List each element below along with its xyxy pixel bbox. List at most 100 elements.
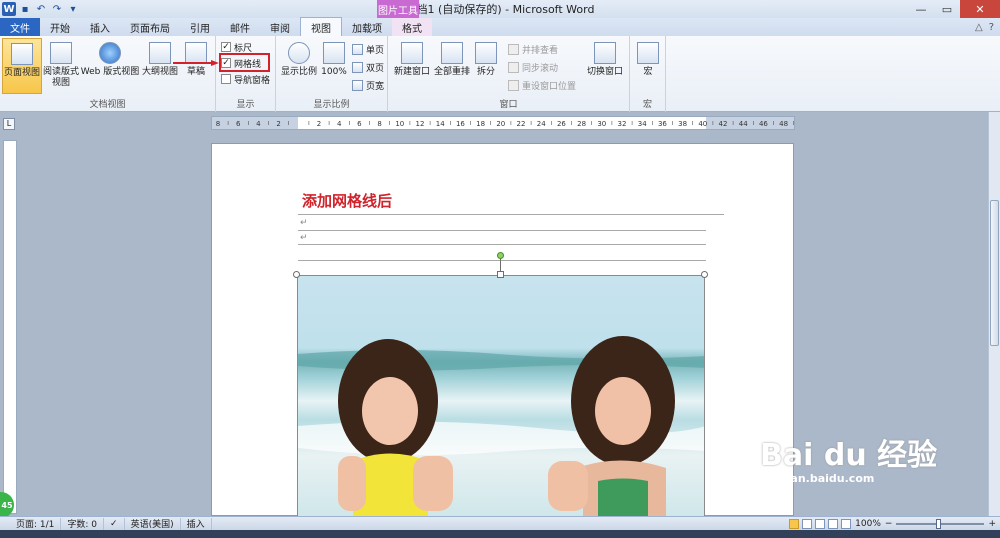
group-label-macros: 宏	[642, 100, 652, 110]
ruler-tick-label: 40	[698, 120, 707, 128]
ruler-tick-label: 44	[739, 120, 748, 128]
reading-view-icon[interactable]	[802, 518, 813, 529]
side-by-side-icon	[508, 43, 519, 55]
tab-format[interactable]: 格式	[392, 18, 432, 36]
outline-icon	[149, 42, 171, 64]
switch-windows-icon	[594, 42, 616, 64]
nav-pane-checkbox[interactable]	[221, 74, 231, 84]
vertical-ruler[interactable]	[3, 140, 17, 514]
reset-window-position-button[interactable]: 重设窗口位置	[508, 78, 576, 92]
one-page-button[interactable]: 单页	[352, 42, 384, 56]
redo-icon[interactable]: ↷	[50, 2, 64, 16]
resize-handle-ne[interactable]	[701, 271, 708, 278]
outline-button[interactable]: 大纲视图	[140, 42, 180, 94]
resize-handle-nw[interactable]	[293, 271, 300, 278]
ruler-tick-label: 38	[678, 120, 687, 128]
ruler-tick-label: 36	[658, 120, 667, 128]
print-layout-button[interactable]: 页面视图	[2, 38, 42, 94]
zoom-level[interactable]: 100%	[855, 519, 881, 529]
group-label-zoom: 显示比例	[313, 100, 350, 110]
macros-icon	[637, 42, 659, 64]
save-icon[interactable]: ▪	[18, 2, 32, 16]
tab-insert[interactable]: 插入	[80, 18, 120, 36]
status-page[interactable]: 页面: 1/1	[0, 517, 62, 530]
tab-view[interactable]: 视图	[300, 17, 342, 36]
group-macros: 宏 宏	[630, 36, 666, 112]
web-view-icon[interactable]	[815, 518, 826, 529]
tab-page-layout[interactable]: 页面布局	[120, 18, 180, 36]
tab-selector[interactable]: L	[3, 118, 15, 130]
page-width-button[interactable]: 页宽	[352, 78, 384, 92]
tab-addins[interactable]: 加载项	[342, 18, 392, 36]
ruler-tick-label: 28	[577, 120, 586, 128]
zoom-slider[interactable]	[896, 518, 985, 529]
status-word-count[interactable]: 字数: 0	[61, 517, 105, 530]
tab-mailings[interactable]: 邮件	[220, 18, 260, 36]
minimize-button[interactable]: —	[908, 0, 934, 18]
status-proofing-icon[interactable]: ✓	[104, 517, 125, 530]
undo-icon[interactable]: ↶	[34, 2, 48, 16]
web-layout-button[interactable]: Web 版式视图	[80, 42, 140, 94]
horizontal-ruler[interactable]: 8 6 4 2 2 4 6 8 10 12 14 16 18 20 22 24 26 28 30 32 34 36 38 40…	[211, 116, 795, 130]
new-window-button[interactable]: 新建窗口	[392, 42, 432, 94]
tab-references[interactable]: 引用	[180, 18, 220, 36]
collapse-ribbon-icon[interactable]: △	[975, 22, 983, 33]
ruler-tick-label: 12	[416, 120, 425, 128]
tab-right-icons: △ ?	[975, 18, 1000, 36]
ruler-checkbox-row[interactable]: ✓ 标尺	[221, 40, 252, 54]
help-icon[interactable]: ?	[989, 22, 994, 33]
close-button[interactable]: ✕	[960, 0, 1000, 18]
gridline	[298, 260, 706, 261]
ruler-tick-label: 42	[719, 120, 728, 128]
zoom-100-button[interactable]: 100%	[320, 42, 348, 94]
zoom-100-icon	[323, 42, 345, 64]
word-logo-icon[interactable]: W	[2, 2, 16, 16]
ruler-tick-label: 6	[236, 120, 241, 128]
outline-view-icon[interactable]	[828, 518, 839, 529]
window-controls: — ▭ ✕	[908, 0, 1000, 18]
ruler-tick-label: 22	[517, 120, 526, 128]
document-page[interactable]: 添加网格线后 ↵ ↵	[211, 143, 794, 517]
status-language[interactable]: 英语(美国)	[125, 517, 181, 530]
draft-button[interactable]: 草稿	[180, 42, 212, 94]
reading-layout-button[interactable]: 阅读版式 视图	[42, 42, 80, 94]
ruler-checkbox[interactable]: ✓	[221, 42, 231, 52]
status-insert-mode[interactable]: 插入	[181, 517, 212, 530]
ruler-tick-label: 10	[395, 120, 404, 128]
zoom-button[interactable]: 显示比例	[278, 42, 320, 94]
zoom-in-button[interactable]: +	[988, 519, 996, 529]
two-pages-button[interactable]: 双页	[352, 60, 384, 74]
split-button[interactable]: 拆分	[472, 42, 500, 94]
group-label-document-views: 文档视图	[89, 100, 126, 110]
vertical-scrollbar[interactable]	[988, 112, 1000, 516]
sync-scroll-button[interactable]: 同步滚动	[508, 60, 558, 74]
resize-handle-n[interactable]	[497, 271, 504, 278]
print-layout-view-icon[interactable]	[789, 518, 800, 529]
switch-windows-button[interactable]: 切换窗口	[584, 42, 626, 94]
ruler-tick-label: 4	[337, 120, 342, 128]
rotate-handle[interactable]	[497, 252, 504, 259]
group-show: ✓ 标尺 ✓ 网格线 导航窗格 显示	[216, 36, 276, 112]
arrange-all-button[interactable]: 全部重排	[432, 42, 472, 94]
scrollbar-thumb[interactable]	[990, 200, 999, 346]
ruler-tick-label: 48	[779, 120, 788, 128]
ruler-tick-label: 26	[557, 120, 566, 128]
side-by-side-button[interactable]: 并排查看	[508, 42, 558, 56]
nav-pane-checkbox-row[interactable]: 导航窗格	[221, 72, 270, 86]
zoom-slider-thumb[interactable]	[936, 518, 942, 529]
selected-picture[interactable]	[297, 275, 705, 517]
document-heading[interactable]: 添加网格线后	[302, 190, 392, 211]
ruler-tick-label: 8	[216, 120, 220, 128]
zoom-out-button[interactable]: −	[885, 519, 893, 529]
gridline	[298, 244, 706, 245]
tab-home[interactable]: 开始	[40, 18, 80, 36]
group-label-window: 窗口	[499, 100, 518, 110]
page-width-icon	[352, 79, 363, 91]
maximize-button[interactable]: ▭	[934, 0, 960, 18]
draft-view-icon[interactable]	[841, 518, 852, 529]
customize-qat-icon[interactable]: ▾	[66, 2, 80, 16]
new-window-icon	[401, 42, 423, 64]
macros-button[interactable]: 宏	[634, 42, 662, 94]
tab-file[interactable]: 文件	[0, 18, 40, 36]
tab-review[interactable]: 审阅	[260, 18, 300, 36]
